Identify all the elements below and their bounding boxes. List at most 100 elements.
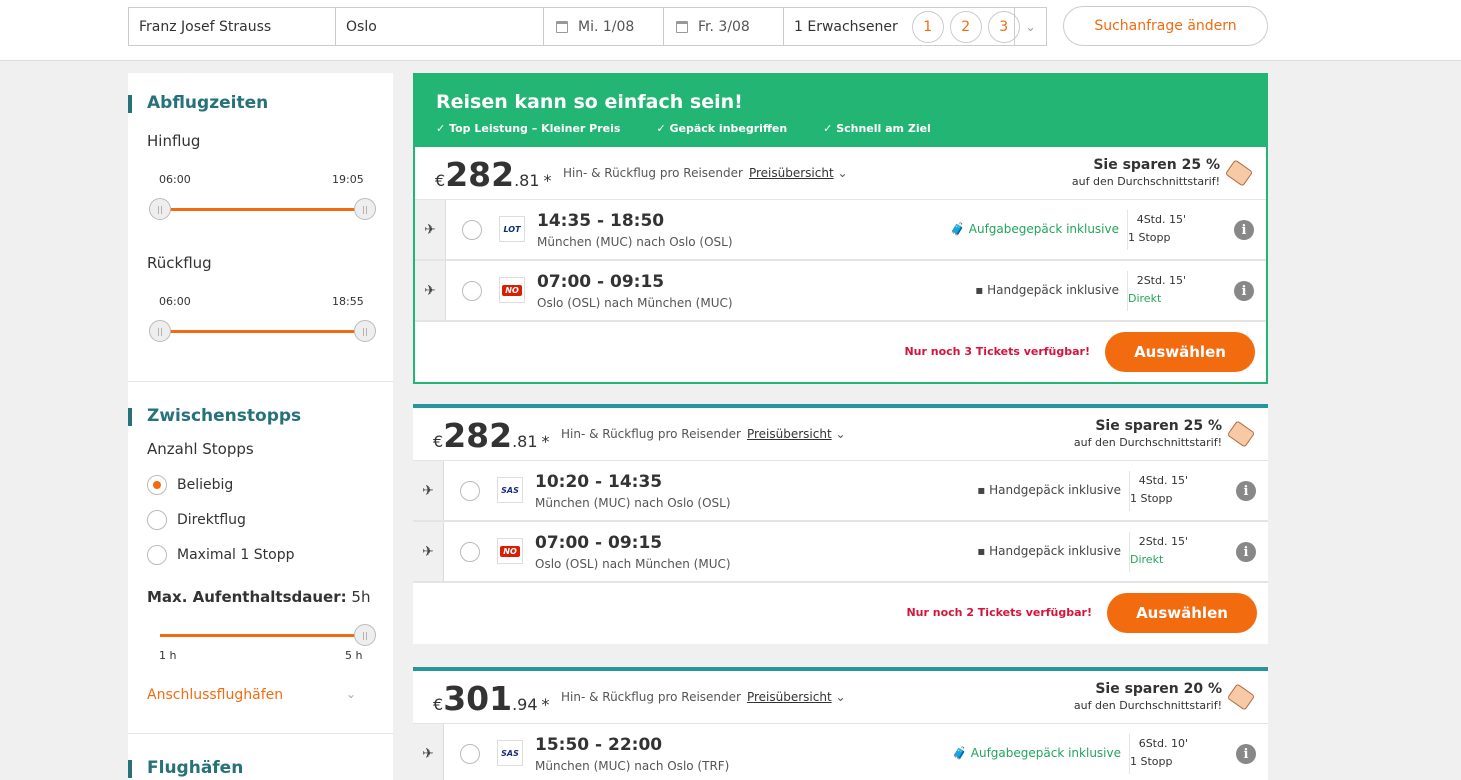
info-icon[interactable]: i	[1236, 542, 1256, 562]
select-button[interactable]: Auswählen	[1105, 332, 1255, 372]
flight-stops: Direkt	[1130, 553, 1164, 566]
result-card: Reisen kann so einfach sein! ✓ Top Leist…	[413, 73, 1268, 384]
connecting-airports-link[interactable]: Anschlussflughäfen	[147, 687, 283, 703]
info-icon[interactable]: i	[1236, 481, 1256, 501]
chevron-down-icon[interactable]: ⌄	[346, 687, 356, 701]
plane-depart-icon: ✈	[413, 724, 444, 780]
stops-option-direct[interactable]: Direktflug	[147, 510, 246, 530]
baggage-info: 🧳 Aufgabegepäck inklusive	[951, 746, 1121, 760]
depart-date-value: Mi. 1/08	[578, 18, 635, 35]
flight-leg[interactable]: ✈ SAS 15:50 - 22:00 München (MUC) nach O…	[413, 724, 1268, 780]
stops-option-label: Maximal 1 Stopp	[177, 547, 295, 563]
flight-duration: 4Std. 15'	[1138, 474, 1188, 487]
outbound-slider-min-handle[interactable]: ||	[149, 198, 171, 220]
airline-logo-norwegian: NO	[497, 538, 523, 564]
outbound-slider-max-handle[interactable]: ||	[354, 198, 376, 220]
baggage-info: ▪ Handgepäck inklusive	[977, 544, 1121, 558]
price-row: €301.94 * Hin- & Rückflug pro Reisender Pr…	[413, 671, 1268, 724]
airline-logo-sas: SAS	[497, 477, 523, 503]
leg-radio[interactable]	[462, 220, 482, 240]
flight-stops: 1 Stopp	[1130, 755, 1173, 768]
passenger-field[interactable]: 1 Erwachsener 1 2 3 ⌄	[783, 7, 1047, 46]
divider	[1127, 271, 1128, 311]
outbound-slider-track[interactable]	[160, 208, 364, 211]
flight-duration: 4Std. 15'	[1136, 213, 1186, 226]
max-stay-slider-handle[interactable]: ||	[354, 624, 376, 646]
radio-selected[interactable]	[147, 475, 167, 495]
flight-times: 07:00 - 09:15	[535, 533, 663, 553]
calendar-icon	[676, 20, 688, 33]
return-min: 06:00	[159, 295, 191, 308]
flight-times: 15:50 - 22:00	[535, 735, 663, 755]
plane-return-icon: ✈	[415, 261, 446, 320]
baggage-info: ▪ Handgepäck inklusive	[977, 483, 1121, 497]
flight-route: München (MUC) nach Oslo (TRF)	[535, 759, 730, 773]
leg-radio[interactable]	[460, 744, 480, 764]
flight-leg[interactable]: ✈ NO 07:00 - 09:15 Oslo (OSL) nach Münch…	[415, 261, 1266, 322]
leg-radio[interactable]	[460, 542, 480, 562]
price-overview-link[interactable]: Preisübersicht	[749, 166, 834, 180]
airline-logo-norwegian: NO	[499, 277, 525, 303]
availability-text: Nur noch 2 Tickets verfügbar!	[906, 606, 1092, 619]
savings-sub: auf den Durchschnittstarif!	[1073, 699, 1222, 712]
flight-duration: 6Std. 10'	[1138, 737, 1188, 750]
search-bar: Franz Josef Strauss Oslo Mi. 1/08 Fr. 3/…	[0, 0, 1461, 61]
destination-field[interactable]: Oslo	[335, 7, 544, 46]
flight-duration: 2Std. 15'	[1136, 274, 1186, 287]
outbound-max: 19:05	[332, 173, 364, 186]
info-icon[interactable]: i	[1234, 281, 1254, 301]
origin-field[interactable]: Franz Josef Strauss	[128, 7, 336, 46]
price-row: €282.81 * Hin- & Rückflug pro Reisender Pr…	[415, 147, 1266, 200]
radio[interactable]	[147, 510, 167, 530]
divider	[128, 733, 393, 734]
perk-item: ✓ Schnell am Ziel	[823, 122, 931, 135]
info-icon[interactable]: i	[1234, 220, 1254, 240]
info-icon[interactable]: i	[1236, 744, 1256, 764]
return-slider-max-handle[interactable]: ||	[354, 320, 376, 342]
flight-leg[interactable]: ✈ NO 07:00 - 09:15 Oslo (OSL) nach Münch…	[413, 522, 1268, 583]
flight-route: Oslo (OSL) nach München (MUC)	[535, 557, 731, 571]
price-row: €282.81 * Hin- & Rückflug pro Reisender Pr…	[413, 408, 1268, 461]
flight-stops: 1 Stopp	[1128, 231, 1171, 244]
price: €282.81 *	[435, 155, 552, 194]
return-slider-min-handle[interactable]: ||	[149, 320, 171, 342]
price-overview-link[interactable]: Preisübersicht	[747, 427, 832, 441]
stops-option-label: Beliebig	[177, 477, 234, 493]
baggage-info: ▪ Handgepäck inklusive	[975, 283, 1119, 297]
divider	[1127, 210, 1128, 250]
stops-option-max1[interactable]: Maximal 1 Stopp	[147, 545, 294, 565]
price-tag-icon	[1226, 683, 1256, 711]
price-note: Hin- & Rückflug pro Reisender Preisübersi…	[563, 166, 848, 180]
change-search-button[interactable]: Suchanfrage ändern	[1063, 6, 1268, 46]
leg-radio[interactable]	[460, 481, 480, 501]
perk-item: ✓ Top Leistung – Kleiner Preis	[436, 122, 621, 135]
chevron-down-icon[interactable]: ⌄	[1014, 8, 1046, 45]
flight-route: München (MUC) nach Oslo (OSL)	[537, 235, 733, 249]
flight-leg[interactable]: ✈ SAS 10:20 - 14:35 München (MUC) nach O…	[413, 461, 1268, 522]
savings-title: Sie sparen 20 %	[1095, 681, 1222, 697]
price-note: Hin- & Rückflug pro Reisender Preisübersi…	[561, 427, 846, 441]
price-overview-link[interactable]: Preisübersicht	[747, 690, 832, 704]
stops-option-any[interactable]: Beliebig	[147, 475, 233, 495]
plane-depart-icon: ✈	[415, 200, 446, 259]
return-label: Rückflug	[147, 254, 212, 272]
select-button[interactable]: Auswählen	[1107, 593, 1257, 633]
plane-return-icon: ✈	[413, 522, 444, 581]
radio[interactable]	[147, 545, 167, 565]
max-stay-slider-track[interactable]	[160, 634, 364, 637]
price-tag-icon	[1224, 159, 1254, 187]
result-card: €282.81 * Hin- & Rückflug pro Reisender Pr…	[413, 404, 1268, 644]
leg-radio[interactable]	[462, 281, 482, 301]
pax-option-2[interactable]: 2	[949, 10, 982, 43]
airline-logo-lot: LOT	[499, 216, 525, 242]
price-note: Hin- & Rückflug pro Reisender Preisübersi…	[561, 690, 846, 704]
return-date-field[interactable]: Fr. 3/08	[663, 7, 784, 46]
return-slider-track[interactable]	[160, 330, 364, 333]
divider	[1129, 532, 1130, 572]
savings-sub: auf den Durchschnittstarif!	[1073, 436, 1222, 449]
flight-times: 07:00 - 09:15	[537, 272, 665, 292]
pax-option-1[interactable]: 1	[911, 10, 944, 43]
flight-leg[interactable]: ✈ LOT 14:35 - 18:50 München (MUC) nach O…	[415, 200, 1266, 261]
depart-date-field[interactable]: Mi. 1/08	[543, 7, 664, 46]
stops-heading: Zwischenstopps	[147, 406, 302, 426]
